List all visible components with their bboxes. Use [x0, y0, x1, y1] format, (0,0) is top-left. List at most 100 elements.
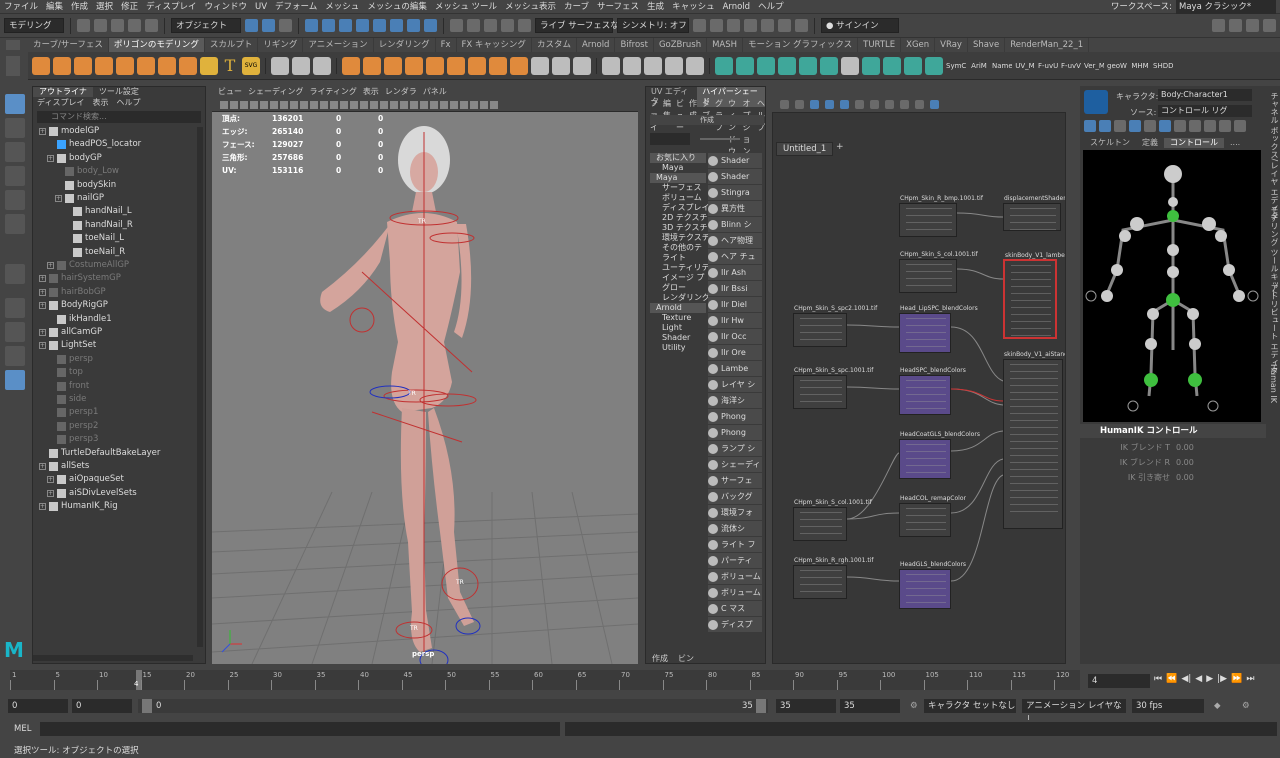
outliner-item[interactable]: toeNail_L [73, 232, 124, 245]
shelf-text-item[interactable]: SymC [946, 62, 966, 70]
select-by-joint-icon[interactable] [322, 19, 335, 32]
outliner-item[interactable]: top [57, 366, 83, 379]
expand-toggle-icon[interactable]: + [55, 195, 62, 202]
custom-tool-6-icon[interactable] [820, 56, 838, 75]
step-back-frame-icon[interactable]: ◀| [1181, 674, 1191, 684]
snap-point-icon[interactable] [484, 19, 497, 32]
create-node-item[interactable]: Blinn シ [708, 217, 762, 233]
category-item[interactable]: Maya [650, 163, 706, 173]
create-node-item[interactable]: ボリューム [708, 585, 762, 601]
shelf-tab[interactable]: レンダリング [374, 38, 436, 52]
graph-toolbar-icon[interactable] [915, 99, 924, 109]
hik-tool-icon[interactable] [1219, 120, 1231, 132]
hik-row-slider[interactable] [1199, 443, 1246, 452]
outliner-item[interactable]: toeNail_R [73, 246, 125, 259]
hik-tool-icon[interactable] [1099, 120, 1111, 132]
image-plane-icon[interactable] [250, 100, 258, 109]
create-node-item[interactable]: ヘア チュ [708, 249, 762, 265]
smooth-icon[interactable] [313, 56, 331, 75]
menu-item[interactable]: ディスプレイ [142, 0, 200, 14]
graph-toolbar-icon[interactable] [840, 99, 849, 109]
character-dropdown[interactable]: Body:Character1 [1158, 89, 1252, 101]
custom-tool-1-icon[interactable] [715, 56, 733, 75]
select-by-render-icon[interactable] [407, 19, 420, 32]
outliner-item[interactable]: LightSet [49, 339, 96, 352]
shelf-tab[interactable]: Shave [968, 38, 1006, 52]
use-all-lights-icon[interactable] [380, 100, 388, 109]
shelf-tab[interactable]: Arnold [577, 38, 616, 52]
shading-node[interactable]: HeadCoatGLS_blendColors [899, 431, 980, 479]
open-scene-icon[interactable] [94, 19, 107, 32]
extrude-icon[interactable] [426, 56, 444, 75]
shelf-text-item[interactable]: F-uvV [1061, 62, 1081, 70]
tab-create[interactable]: 作成 [652, 653, 668, 664]
playback-end-field[interactable]: 35 [776, 699, 836, 713]
tool-settings-toggle-icon[interactable] [1246, 19, 1259, 32]
go-to-start-icon[interactable]: ⏮ [1154, 674, 1162, 684]
workspace-value[interactable]: Maya クラシック* [1176, 0, 1276, 14]
tab-bins[interactable]: ビン [678, 653, 694, 664]
hypershade-menu-item[interactable]: グラフ [715, 98, 723, 158]
workspace-selector[interactable]: ワークスペース: Maya クラシック* [1111, 0, 1276, 14]
menu-item[interactable]: 作成 [67, 0, 92, 14]
ipr-render-icon[interactable] [710, 19, 723, 32]
isolate-select-icon[interactable] [440, 100, 448, 109]
bookmark-icon[interactable] [240, 100, 248, 109]
paint-select-icon[interactable] [5, 142, 25, 162]
category-item[interactable]: Light [650, 323, 706, 333]
hik-tool-icon[interactable] [1084, 120, 1096, 132]
target-weld-icon[interactable] [573, 56, 591, 75]
symmetry-dropdown[interactable]: シンメトリ: オフ [617, 18, 689, 33]
shelf-tab[interactable]: アニメーション [303, 38, 374, 52]
poly-cube-icon[interactable] [53, 56, 71, 75]
menu-item[interactable]: 生成 [643, 0, 668, 14]
hypershade-menu-item[interactable]: ウィンドウ [728, 98, 738, 158]
camera-attr-icon[interactable] [230, 100, 238, 109]
category-item[interactable]: ユーティリティ [650, 263, 717, 273]
custom-tool-4-icon[interactable] [778, 56, 796, 75]
expand-toggle-icon[interactable]: + [39, 342, 46, 350]
humanik-character-view[interactable] [1083, 150, 1261, 422]
custom-tool-5-icon[interactable] [799, 56, 817, 75]
select-by-dynamic-icon[interactable] [390, 19, 403, 32]
expand-toggle-icon[interactable]: + [39, 463, 46, 470]
shading-node[interactable]: Head_LipSPC_blendColors [899, 305, 978, 353]
hik-row-value[interactable]: 0.00 [1176, 458, 1194, 467]
hypershade-menu-item[interactable]: ヘルプ [757, 98, 765, 158]
hik-tool-icon[interactable] [1174, 120, 1186, 132]
shelf-tab[interactable]: FX キャッシング [457, 38, 532, 52]
shelf-tab[interactable]: カーブ/サーフェス [28, 38, 109, 52]
step-forward-key-icon[interactable]: ⏩ [1231, 674, 1242, 684]
outliner-item[interactable]: headPOS_locator [57, 138, 141, 151]
outliner-item[interactable]: allCamGP [49, 326, 102, 339]
go-to-end-icon[interactable]: ⏭ [1246, 674, 1254, 684]
attribute-editor-toggle-icon[interactable] [1229, 19, 1242, 32]
category-item[interactable]: Texture [650, 313, 706, 323]
category-item[interactable]: Arnold [650, 303, 706, 313]
create-node-item[interactable]: Ilr Hw [708, 313, 762, 329]
tab-human-ik[interactable]: Human IK [1269, 364, 1278, 403]
hik-tool-icon[interactable] [1129, 120, 1141, 132]
shelf-text-item[interactable]: AriM [969, 62, 989, 70]
arnold-ipr-icon[interactable] [778, 19, 791, 32]
viewport-menu-item[interactable]: パネル [423, 86, 447, 98]
xray-icon[interactable] [450, 100, 458, 109]
select-tool-icon[interactable] [5, 94, 25, 114]
poly-plane-icon[interactable] [137, 56, 155, 75]
menu-item[interactable]: デフォーム [271, 0, 321, 14]
shelf-settings-icon[interactable] [6, 40, 20, 50]
create-node-item[interactable]: Phong [708, 409, 762, 425]
modeling-toolkit-toggle-icon[interactable] [1212, 19, 1225, 32]
undo-icon[interactable] [128, 19, 141, 32]
category-item[interactable]: その他のテ [650, 243, 706, 253]
menu-item[interactable]: UV [251, 0, 271, 14]
menu-item[interactable]: 編集 [42, 0, 67, 14]
custom-tool-9-icon[interactable] [883, 56, 901, 75]
last-tool-icon[interactable] [5, 264, 25, 284]
edge-loop-icon[interactable] [602, 56, 620, 75]
menu-item[interactable]: ヘルプ [754, 0, 788, 14]
planar-uv-icon[interactable] [665, 56, 683, 75]
automatic-uv-icon[interactable] [686, 56, 704, 75]
insert-loop-icon[interactable] [623, 56, 641, 75]
hik-tab[interactable]: 定義 [1136, 138, 1164, 148]
